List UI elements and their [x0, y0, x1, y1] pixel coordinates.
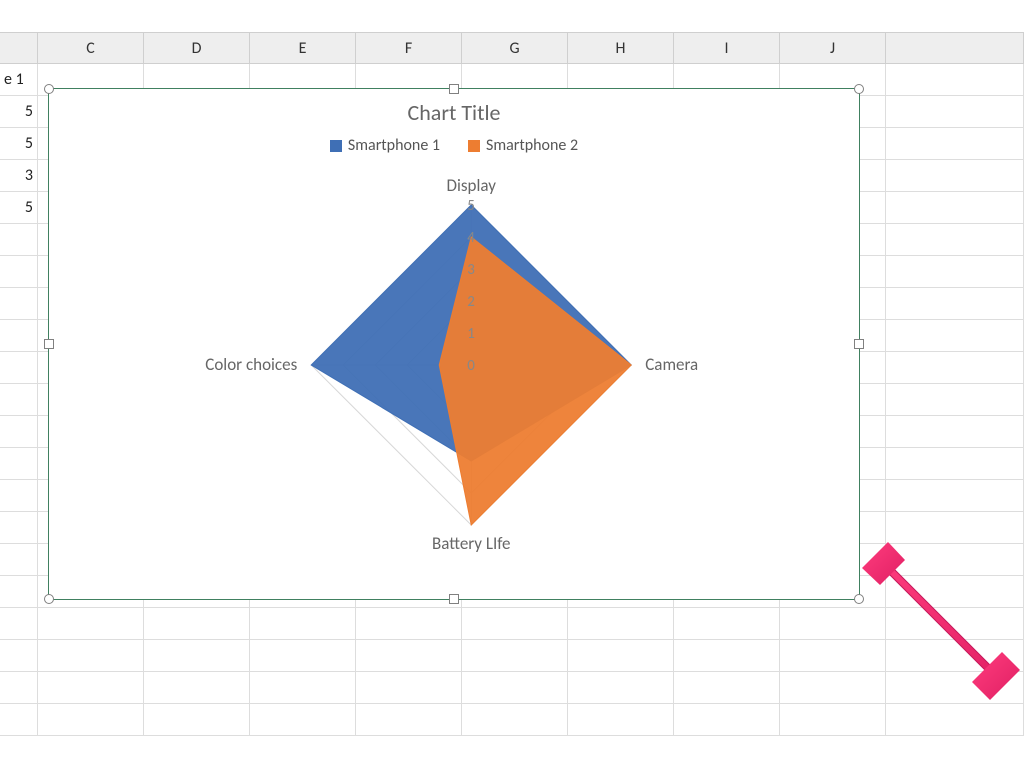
column-headers: C D E F G H I J [0, 32, 1024, 64]
col-header-d[interactable]: D [144, 33, 250, 63]
col-header-g[interactable]: G [462, 33, 568, 63]
radar-tick-label: 4 [467, 229, 475, 247]
col-header-h[interactable]: H [568, 33, 674, 63]
col-header-cutoff[interactable] [886, 33, 1024, 63]
legend-item-2[interactable]: Smartphone 2 [468, 136, 578, 155]
cell[interactable]: e 1 [0, 64, 38, 95]
radar-tick-label: 5 [467, 197, 475, 215]
resize-handle-br[interactable] [854, 594, 864, 604]
legend-label: Smartphone 1 [348, 136, 440, 155]
col-header-stub[interactable] [0, 33, 38, 63]
resize-handle-bl[interactable] [44, 594, 54, 604]
radar-tick-label: 0 [467, 357, 475, 375]
resize-handle-tm[interactable] [449, 84, 459, 94]
radar-tick-label: 2 [467, 293, 475, 311]
resize-handle-tl[interactable] [44, 84, 54, 94]
resize-handle-mr[interactable] [854, 339, 864, 349]
col-header-i[interactable]: I [674, 33, 780, 63]
radar-plot-area[interactable]: 0 1 2 3 4 5Display Camera Battery LIfe Color cho… [49, 155, 861, 575]
radar-axis-label: Display [447, 175, 497, 196]
table-row[interactable] [0, 672, 1024, 704]
cell[interactable]: 5 [0, 128, 38, 159]
chart-legend[interactable]: Smartphone 1 Smartphone 2 [49, 136, 859, 155]
col-header-f[interactable]: F [356, 33, 462, 63]
cell[interactable]: 3 [0, 160, 38, 191]
table-row[interactable] [0, 608, 1024, 640]
resize-handle-bm[interactable] [449, 594, 459, 604]
legend-label: Smartphone 2 [486, 136, 578, 155]
col-header-c[interactable]: C [38, 33, 144, 63]
resize-handle-tr[interactable] [854, 84, 864, 94]
col-header-j[interactable]: J [780, 33, 886, 63]
table-row[interactable] [0, 704, 1024, 736]
col-header-e[interactable]: E [250, 33, 356, 63]
radar-axis-label: Camera [645, 354, 698, 375]
chart-title[interactable]: Chart Title [49, 99, 859, 126]
cell[interactable]: 5 [0, 96, 38, 127]
legend-swatch-icon [468, 140, 480, 152]
table-row[interactable] [0, 640, 1024, 672]
radar-tick-label: 1 [467, 325, 475, 343]
radar-axis-label: Battery LIfe [432, 533, 511, 554]
legend-swatch-icon [330, 140, 342, 152]
radar-axis-label: Color choices [205, 354, 297, 375]
legend-item-1[interactable]: Smartphone 1 [330, 136, 440, 155]
resize-handle-ml[interactable] [44, 339, 54, 349]
radar-tick-label: 3 [467, 261, 475, 279]
cell[interactable]: 5 [0, 192, 38, 223]
radar-chart-object[interactable]: Chart Title Smartphone 1 Smartphone 2 0 1… [48, 88, 860, 600]
